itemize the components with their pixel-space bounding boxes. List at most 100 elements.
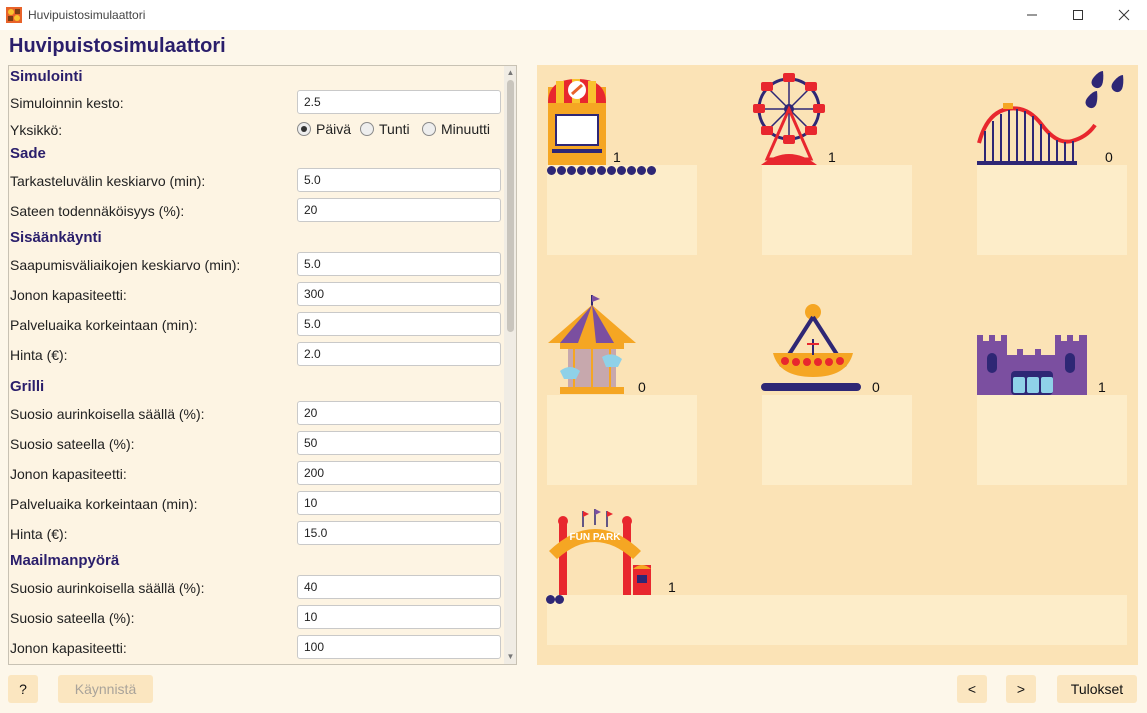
unit-radio-tunti[interactable]: Tunti <box>360 121 410 137</box>
entrance-capacity-label: Jonon kapasiteetti: <box>10 287 127 303</box>
settings-scrollbar[interactable]: ▲ ▼ <box>504 66 516 664</box>
arrival-label: Saapumisväliaikojen keskiarvo (min): <box>10 257 241 273</box>
carousel-count: 0 <box>638 379 646 395</box>
grill-service-input[interactable] <box>297 491 501 515</box>
radio-unselected-icon <box>360 122 374 136</box>
maximize-button[interactable] <box>1055 0 1101 30</box>
next-button[interactable]: > <box>1006 675 1036 703</box>
grill-stand-icon <box>548 79 606 165</box>
queue-person-icon <box>577 166 586 175</box>
grill-rainy-label: Suosio sateella (%): <box>10 436 135 452</box>
ferris-capacity-label: Jonon kapasiteetti: <box>10 640 127 656</box>
ferris-sunny-label: Suosio aurinkoisella säällä (%): <box>10 580 205 596</box>
queue-person-icon <box>617 166 626 175</box>
scroll-thumb[interactable] <box>507 80 514 332</box>
fun-park-sign: FUN PARK <box>570 532 622 543</box>
entrance-station-box <box>547 595 1127 645</box>
duration-input[interactable] <box>297 90 501 114</box>
ferris-rainy-label: Suosio sateella (%): <box>10 610 135 626</box>
roller-coaster-icon <box>977 103 1097 165</box>
ferris-station-box <box>762 165 912 255</box>
settings-panel[interactable]: Simulointi Simuloinnin kesto: Yksikkö: P… <box>8 65 517 665</box>
grill-sunny-input[interactable] <box>297 401 501 425</box>
grill-sunny-label: Suosio aurinkoisella säällä (%): <box>10 406 205 422</box>
queue-person-icon <box>587 166 596 175</box>
queue-person-icon <box>555 595 564 604</box>
radio-unselected-icon <box>422 122 436 136</box>
start-button[interactable]: Käynnistä <box>58 675 153 703</box>
fun-park-gate-icon: FUN PARK <box>549 509 651 595</box>
queue-person-icon <box>546 595 555 604</box>
queue-person-icon <box>547 166 556 175</box>
unit-radio-minuutti-label: Minuutti <box>441 121 491 137</box>
rain-probability-label: Sateen todennäköisyys (%): <box>10 203 185 219</box>
pirate-ship-icon <box>761 304 861 391</box>
grill-station-box <box>547 165 697 255</box>
queue-person-icon <box>607 166 616 175</box>
window-title-bar: Huvipuistosimulaattori <box>0 0 1147 30</box>
close-icon <box>1118 9 1130 21</box>
grill-price-input[interactable] <box>297 521 501 545</box>
scroll-up-icon[interactable]: ▲ <box>504 67 516 79</box>
grill-rainy-input[interactable] <box>297 431 501 455</box>
maximize-icon <box>1073 10 1083 20</box>
grill-capacity-input[interactable] <box>297 461 501 485</box>
minimize-button[interactable] <box>1009 0 1055 30</box>
ferris-capacity-input[interactable] <box>297 635 501 659</box>
entrance-price-label: Hinta (€): <box>10 347 68 363</box>
section-title-sisaankaynti: Sisäänkäynti <box>10 229 102 246</box>
unit-radio-paiva[interactable]: Päivä <box>297 121 351 137</box>
pirate-ship-station-box <box>762 395 912 485</box>
entrance-price-input[interactable] <box>297 342 501 366</box>
queue-person-icon <box>557 166 566 175</box>
entrance-service-label: Palveluaika korkeintaan (min): <box>10 317 198 333</box>
grill-service-label: Palveluaika korkeintaan (min): <box>10 496 198 512</box>
scroll-down-icon[interactable]: ▼ <box>504 651 516 663</box>
duration-label: Simuloinnin kesto: <box>10 95 124 111</box>
carousel-station-box <box>547 395 697 485</box>
app-icon <box>6 7 22 23</box>
help-button[interactable]: ? <box>8 675 38 703</box>
entrance-capacity-input[interactable] <box>297 282 501 306</box>
window-title: Huvipuistosimulaattori <box>28 8 146 22</box>
queue-person-icon <box>627 166 636 175</box>
unit-radio-tunti-label: Tunti <box>379 121 410 137</box>
rain-probability-input[interactable] <box>297 198 501 222</box>
simulation-area: 1 1 0 0 0 1 FUN PARK 1 <box>537 65 1138 665</box>
close-button[interactable] <box>1101 0 1147 30</box>
grill-capacity-label: Jonon kapasiteetti: <box>10 466 127 482</box>
ferris-sunny-input[interactable] <box>297 575 501 599</box>
radio-selected-icon <box>297 122 311 136</box>
ferris-count: 1 <box>828 149 836 165</box>
prev-button[interactable]: < <box>957 675 987 703</box>
pirate-ship-count: 0 <box>872 379 880 395</box>
section-title-simulointi: Simulointi <box>10 68 83 85</box>
carousel-icon <box>548 295 636 394</box>
rain-interval-input[interactable] <box>297 168 501 192</box>
castle-icon <box>977 335 1087 395</box>
rain-interval-label: Tarkasteluvälin keskiarvo (min): <box>10 173 206 189</box>
results-button[interactable]: Tulokset <box>1057 675 1137 703</box>
coaster-station-box <box>977 165 1127 255</box>
castle-count: 1 <box>1098 379 1106 395</box>
minimize-icon <box>1027 14 1037 16</box>
arrival-input[interactable] <box>297 252 501 276</box>
ferris-rainy-input[interactable] <box>297 605 501 629</box>
unit-radio-paiva-label: Päivä <box>316 121 352 137</box>
coaster-count: 0 <box>1105 149 1113 165</box>
entrance-service-input[interactable] <box>297 312 501 336</box>
section-title-maailmanpyora: Maailmanpyörä <box>10 552 120 569</box>
unit-label: Yksikkö: <box>10 122 63 138</box>
queue-person-icon <box>647 166 656 175</box>
queue-person-icon <box>597 166 606 175</box>
queue-person-icon <box>637 166 646 175</box>
section-title-grilli: Grilli <box>10 378 45 395</box>
castle-station-box <box>977 395 1127 485</box>
app-heading: Huvipuistosimulaattori <box>9 35 226 57</box>
unit-radio-minuutti[interactable]: Minuutti <box>422 121 490 137</box>
ferris-wheel-icon <box>753 73 825 165</box>
grill-price-label: Hinta (€): <box>10 526 68 542</box>
section-title-sade: Sade <box>10 145 46 162</box>
grill-count: 1 <box>613 149 621 165</box>
entrance-count: 1 <box>668 579 676 595</box>
